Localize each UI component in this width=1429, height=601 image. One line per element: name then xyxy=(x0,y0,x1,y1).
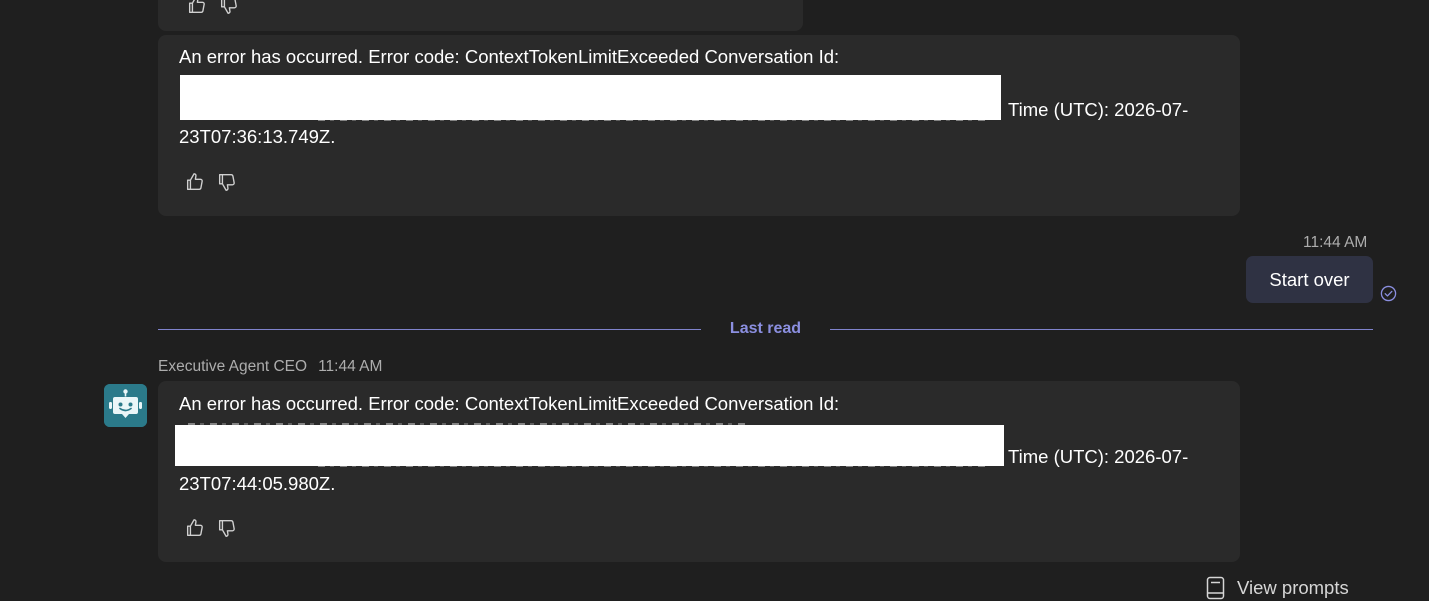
user-message-time: 11:44 AM xyxy=(1303,234,1368,251)
divider-line-right xyxy=(830,329,1373,330)
chat-stage: An error has occurred. Error code: Conte… xyxy=(0,0,1429,601)
message-text-line: Time (UTC): 2026-07- xyxy=(1008,99,1189,120)
thumbs-down-icon xyxy=(218,519,235,537)
thumbs-up-icon xyxy=(188,0,205,14)
like-button[interactable] xyxy=(184,517,206,539)
message-time: 11:44 AM xyxy=(318,358,383,375)
bot-message-bubble: An error has occurred. Error code: Conte… xyxy=(158,35,1240,216)
view-prompts-label: View prompts xyxy=(1237,577,1349,598)
message-text-line: An error has occurred. Error code: Conte… xyxy=(179,393,840,414)
divider-line-left xyxy=(158,329,701,330)
last-read-label: Last read xyxy=(729,320,802,337)
message-text-line: Time (UTC): 2026-07- xyxy=(1008,446,1189,467)
prompt-book-icon xyxy=(1206,576,1225,600)
sender-name: Executive Agent CEO xyxy=(158,358,308,375)
avatar[interactable] xyxy=(104,384,147,427)
bot-message-bubble: An error has occurred. Error code: Conte… xyxy=(158,381,1240,562)
read-receipt-icon xyxy=(1380,285,1397,302)
thumbs-down-icon xyxy=(218,173,235,191)
dislike-button[interactable] xyxy=(216,171,238,193)
dislike-button[interactable] xyxy=(218,0,240,16)
like-button[interactable] xyxy=(184,171,206,193)
message-text-line: 23T07:36:13.749Z. xyxy=(179,126,336,147)
thumbs-up-icon xyxy=(186,519,203,537)
thumbs-up-icon xyxy=(186,173,203,191)
message-text-line: An error has occurred. Error code: Conte… xyxy=(179,46,840,67)
sender-line: Executive Agent CEO 11:44 AM xyxy=(158,358,393,376)
message-text-line: 23T07:44:05.980Z. xyxy=(179,473,336,494)
bot-avatar-icon xyxy=(104,384,147,427)
dislike-button[interactable] xyxy=(216,517,238,539)
redacted-block xyxy=(180,75,1001,120)
previous-message-bubble xyxy=(158,0,803,31)
thumbs-down-icon xyxy=(220,0,237,14)
view-prompts-button[interactable]: View prompts xyxy=(1206,576,1349,600)
like-button[interactable] xyxy=(186,0,208,16)
redacted-block xyxy=(175,425,1004,466)
user-message-bubble: Start over xyxy=(1246,256,1373,303)
